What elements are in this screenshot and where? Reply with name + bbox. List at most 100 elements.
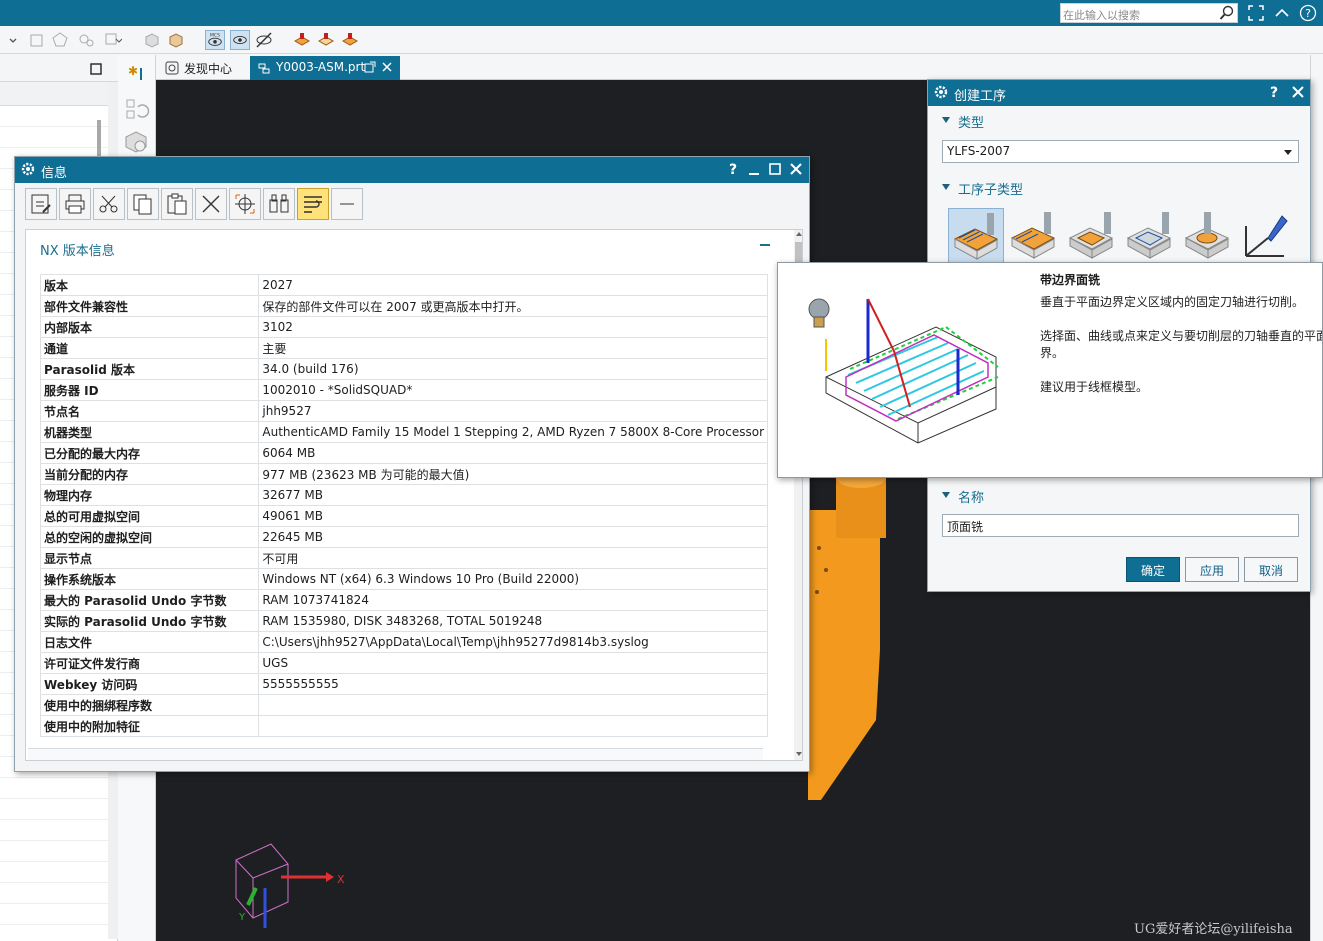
scroll-down-icon[interactable] — [795, 750, 803, 758]
minimize-icon[interactable] — [746, 161, 762, 177]
navigator-row[interactable] — [0, 799, 108, 820]
info-dialog: 信息 ? NX 版本信息 版本 2027 部件文件兼容性 保存的部件文件可以在 200… — [14, 156, 810, 772]
gear-icon — [21, 162, 35, 176]
type-select[interactable]: YLFS-2007 — [942, 140, 1299, 163]
tab-part-file[interactable]: Y0003-ASM.prt — [250, 56, 400, 80]
subtype-group-header[interactable]: 工序子类型 — [934, 175, 1308, 201]
help-icon[interactable]: ? — [1299, 4, 1317, 22]
popout-icon[interactable] — [364, 61, 376, 73]
tooltip-line: 界。 — [1040, 346, 1065, 360]
save-button[interactable] — [25, 188, 57, 220]
close-icon[interactable] — [1290, 84, 1306, 100]
ok-button[interactable]: 确定 — [1126, 557, 1180, 582]
info-scroll-thumb[interactable] — [795, 242, 802, 264]
info-row: 节点名 jhh9527 — [39, 400, 768, 422]
cube-icon[interactable] — [166, 30, 186, 50]
info-value: 保存的部件文件可以在 2007 或更高版本中打开。 — [258, 295, 768, 317]
polygon-icon[interactable] — [50, 30, 70, 50]
info-row: Webkey 访问码 5555555555 — [39, 673, 768, 695]
copy-button[interactable] — [127, 188, 159, 220]
assembly-icon[interactable] — [76, 30, 96, 50]
maximize-icon[interactable] — [90, 63, 102, 75]
cancel-button[interactable]: 取消 — [1244, 557, 1298, 582]
sync-icon[interactable] — [124, 97, 150, 123]
info-key: 许可证文件发行商 — [39, 652, 260, 674]
floor-wall-icon — [1010, 212, 1056, 259]
subtype-floor-wall-is[interactable] — [1006, 208, 1062, 264]
scroll-up-icon[interactable] — [795, 230, 803, 238]
subtype-cavity-mill[interactable] — [1064, 208, 1120, 264]
subtype-floor-wall[interactable] — [948, 208, 1004, 264]
navigator-column-header[interactable] — [0, 82, 108, 106]
delete-button[interactable] — [195, 188, 227, 220]
tab-discovery-center[interactable]: 发现中心 — [158, 56, 248, 80]
navigator-row[interactable] — [0, 778, 108, 799]
print-button[interactable] — [59, 188, 91, 220]
svg-text:?: ? — [1270, 85, 1278, 100]
subtype-planar-text[interactable] — [1238, 208, 1294, 264]
info-key: 最大的 Parasolid Undo 字节数 — [39, 589, 260, 611]
navigator-row[interactable] — [0, 862, 108, 883]
collapse-arrow-icon — [942, 117, 950, 123]
navigator-row[interactable] — [0, 883, 108, 904]
info-row: 显示节点 不可用 — [39, 547, 768, 569]
info-section-header[interactable]: NX 版本信息 — [40, 240, 770, 264]
tooltip-line: 选择面、曲线或点来定义与要切削层的刀轴垂直的平面边 — [1040, 329, 1323, 343]
wrap-button[interactable] — [297, 188, 329, 220]
cut-button[interactable] — [93, 188, 125, 220]
info-row: 日志文件 C:\Users\jhh9527\AppData\Local\Temp\… — [39, 631, 768, 653]
view-icon[interactable] — [230, 30, 250, 50]
navigator-row[interactable] — [0, 106, 108, 127]
search-box[interactable]: 在此输入以搜索 — [1060, 3, 1238, 23]
verify-icon[interactable] — [122, 127, 150, 155]
fullscreen-icon[interactable] — [1247, 4, 1265, 22]
info-key: 部件文件兼容性 — [39, 295, 260, 317]
transform-icon[interactable] — [102, 30, 122, 50]
navigator-row[interactable] — [0, 841, 108, 862]
collapse-icon[interactable] — [760, 242, 770, 246]
mcs-icon[interactable]: MCS — [205, 30, 225, 50]
type-group-header[interactable]: 类型 — [934, 108, 1308, 134]
info-key: 使用中的捆绑程序数 — [39, 694, 260, 716]
help-icon[interactable]: ? — [1266, 84, 1282, 100]
subtype-zlevel[interactable] — [1122, 208, 1178, 264]
apply-button[interactable]: 应用 — [1185, 557, 1239, 582]
tab-strip: 发现中心 Y0003-ASM.prt — [156, 55, 1310, 80]
info-value: 3102 — [258, 316, 768, 338]
program-icon[interactable] — [316, 30, 336, 50]
maximize-icon[interactable] — [767, 161, 783, 177]
info-row: 物理内存 32677 MB — [39, 484, 768, 506]
hide-icon[interactable] — [254, 30, 274, 50]
search-icon[interactable] — [1219, 5, 1235, 21]
collapse-button[interactable] — [331, 188, 363, 220]
help-icon[interactable]: ? — [725, 161, 741, 177]
name-input[interactable]: 顶面铣 — [942, 514, 1299, 537]
name-group-header[interactable]: 名称 — [934, 483, 1308, 509]
search-input[interactable]: 在此输入以搜索 — [1063, 7, 1140, 23]
face-milling-icon — [953, 213, 999, 260]
tool-icon[interactable] — [340, 30, 360, 50]
locate-button[interactable] — [229, 188, 261, 220]
op-dialog-titlebar[interactable]: 创建工序 ? — [928, 80, 1310, 106]
navigator-row[interactable] — [0, 904, 108, 925]
tooltip-line: 建议用于线框模型。 — [1040, 380, 1149, 394]
dropdown-icon[interactable] — [0, 30, 20, 50]
feature-icon[interactable] — [28, 30, 48, 50]
chevron-up-icon[interactable] — [1273, 4, 1291, 22]
close-tab-icon[interactable] — [381, 61, 393, 73]
find-button[interactable] — [263, 188, 295, 220]
info-row: 内部版本 3102 — [39, 316, 768, 338]
close-icon[interactable] — [788, 161, 804, 177]
block-icon[interactable] — [142, 30, 162, 50]
info-dialog-titlebar[interactable]: 信息 ? — [15, 157, 809, 183]
operation-icon[interactable] — [292, 30, 312, 50]
navigator-row[interactable] — [0, 127, 108, 148]
subtype-hole[interactable] — [1180, 208, 1236, 264]
info-key: 内部版本 — [39, 316, 260, 338]
paste-button[interactable] — [161, 188, 193, 220]
new-operation-icon[interactable]: ✱ — [126, 63, 148, 85]
navigator-row[interactable] — [0, 820, 108, 841]
info-key: 服务器 ID — [39, 379, 260, 401]
info-row: 实际的 Parasolid Undo 字节数 RAM 1535980, DISK … — [39, 610, 768, 632]
info-value: 6064 MB — [258, 442, 768, 464]
